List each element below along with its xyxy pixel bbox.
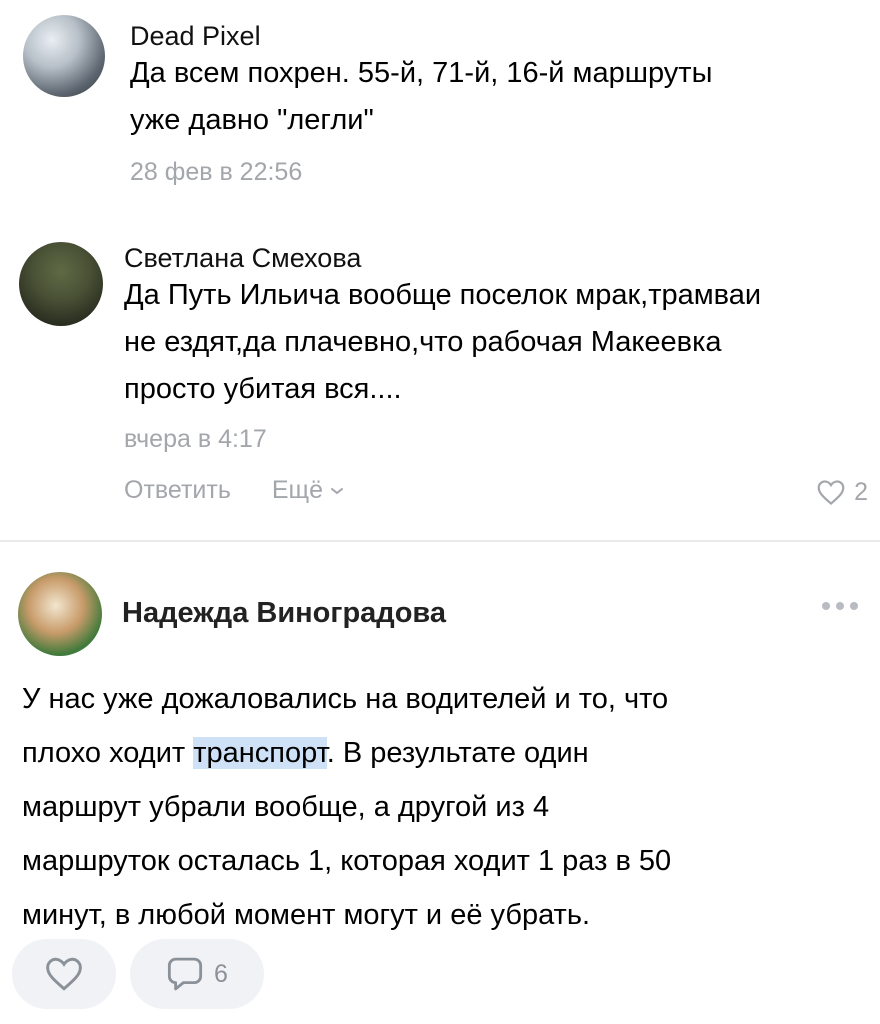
- author-name[interactable]: Dead Pixel: [130, 21, 261, 52]
- more-button[interactable]: Ещё: [272, 476, 344, 505]
- heart-icon: [46, 957, 82, 991]
- more-dots-icon[interactable]: [822, 602, 858, 610]
- reply-button[interactable]: Ответить: [124, 476, 231, 505]
- comment-text-line: маршруток осталась 1, которая ходит 1 ра…: [22, 845, 672, 877]
- author-name[interactable]: Надежда Виноградова: [122, 597, 446, 630]
- like-button[interactable]: [12, 939, 116, 1009]
- comment-text-line: маршрут убрали вообще, а другой из 4: [22, 791, 550, 823]
- comments-count: 6: [214, 959, 228, 988]
- more-label: Ещё: [271, 476, 323, 504]
- avatar[interactable]: [23, 15, 105, 97]
- chevron-down-icon: [330, 488, 343, 495]
- comment-text-line: У нас уже дожаловались на водителей и то…: [22, 683, 669, 715]
- highlighted-word: транспорт: [193, 737, 327, 769]
- comment-text-line: минут, в любой момент могут и её убрать.: [22, 899, 591, 931]
- like-count: 2: [854, 478, 868, 506]
- comment-text-line: Да Путь Ильича вообще поселок мрак,трамв…: [124, 279, 762, 311]
- avatar[interactable]: [19, 242, 103, 326]
- comment-bubble-icon: [167, 957, 203, 991]
- comment-text-line: Да всем похрен. 55-й, 71-й, 16-й маршрут…: [130, 57, 713, 89]
- heart-icon: [817, 480, 845, 506]
- author-name[interactable]: Светлана Смехова: [124, 243, 361, 274]
- avatar[interactable]: [18, 572, 102, 656]
- comment-text: Да всем похрен. 55-й, 71-й, 16-й маршрут…: [130, 50, 850, 144]
- comment-text: Да Путь Ильича вообще поселок мрак,трамв…: [124, 272, 864, 413]
- comment-nadezhda: Надежда Виноградова У нас уже дожаловали…: [0, 546, 880, 1024]
- timestamp: 28 фев в 22:56: [130, 158, 303, 186]
- comments-button[interactable]: 6: [130, 939, 264, 1009]
- comment-text-line: уже давно "легли": [130, 104, 374, 136]
- text-segment: . В результате один: [326, 737, 589, 769]
- like-button[interactable]: 2: [816, 478, 868, 507]
- comment-text-line: плохо ходит транспорт. В результате один: [22, 726, 862, 780]
- divider: [0, 540, 880, 542]
- comment-text-line: не ездят,да плачевно,что рабочая Макеевк…: [124, 326, 722, 358]
- comment-dead-pixel: Dead Pixel Да всем похрен. 55-й, 71-й, 1…: [0, 0, 880, 200]
- timestamp: вчера в 4:17: [124, 425, 267, 453]
- comment-text: У нас уже дожаловались на водителей и то…: [22, 672, 862, 942]
- comment-actions: Ответить Ещё: [124, 476, 344, 505]
- text-segment: плохо ходит: [22, 737, 194, 769]
- comment-text-line: просто убитая вся....: [124, 373, 402, 405]
- comment-svetlana: Светлана Смехова Да Путь Ильича вообще п…: [0, 220, 880, 540]
